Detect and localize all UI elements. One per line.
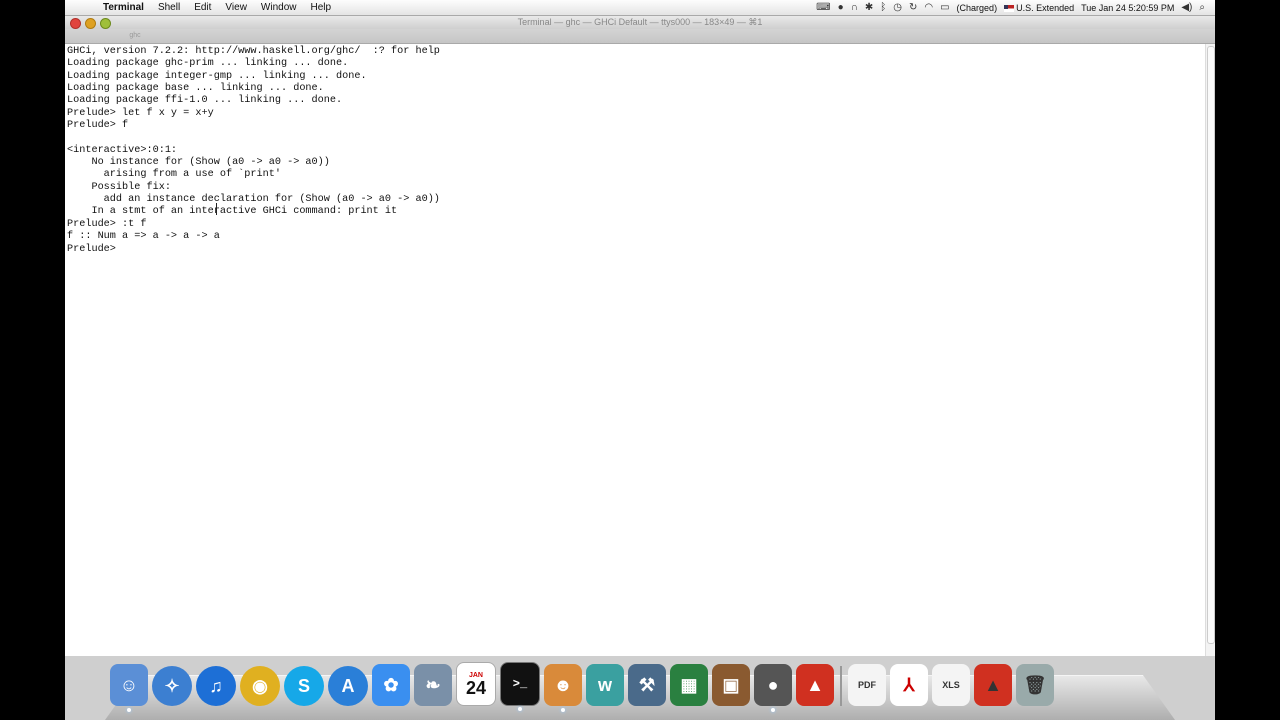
window-controls: [70, 18, 111, 29]
skype-icon[interactable]: S: [284, 666, 324, 706]
running-indicator: [561, 708, 565, 712]
battery-icon[interactable]: ▭: [940, 2, 949, 13]
status-area: ⌨ ● ∩ ✱ ᛒ ◷ ↻ ◠ ▭ (Charged) U.S. Extende…: [816, 2, 1205, 13]
terminal-line: Prelude> :t f: [67, 218, 147, 230]
acrobat-icon[interactable]: ⅄: [890, 664, 928, 706]
keynote-icon[interactable]: ▣: [712, 664, 750, 706]
xls-document-icon[interactable]: XLS: [932, 664, 970, 706]
terminal-line: Loading package ghc-prim ... linking ...…: [67, 58, 349, 70]
letterbox-right: [1215, 0, 1280, 720]
tab-bar: ghc: [65, 29, 1215, 44]
trash-icon[interactable]: 🗑: [1016, 664, 1054, 706]
safari-icon[interactable]: ✧: [152, 666, 192, 706]
terminal-window: Terminal — ghc — GHCi Default — ttys000 …: [65, 16, 1215, 656]
terminal-line: GHCi, version 7.2.2: http://www.haskell.…: [67, 46, 440, 57]
battery-status[interactable]: (Charged): [957, 3, 998, 13]
terminal-icon[interactable]: >_: [500, 662, 540, 711]
dock: ☺ ✧ ♫ ◉ S A ✿ ❧ JAN 24 >_ ☻ w ⚒ ▦ ▣ ● ▲ PDF ⅄ XLS ▲ 🗑: [65, 656, 1215, 720]
terminal-output[interactable]: GHCi, version 7.2.2: http://www.haskell.…: [65, 44, 1206, 656]
presentation-icon[interactable]: ▲: [796, 664, 834, 706]
input-source-label: U.S. Extended: [1016, 2, 1075, 13]
pdf-document-label: PDF: [858, 680, 876, 690]
dock-icons: ☺ ✧ ♫ ◉ S A ✿ ❧ JAN 24 >_ ☻ w ⚒ ▦ ▣ ● ▲ PDF ⅄ XLS ▲ 🗑: [110, 662, 1054, 712]
window-titlebar[interactable]: Terminal — ghc — GHCi Default — ttys000 …: [65, 16, 1215, 29]
settings-icon[interactable]: ✱: [865, 2, 873, 13]
network-icon[interactable]: ✿: [372, 664, 410, 706]
menu-help[interactable]: Help: [311, 2, 332, 13]
sync-icon[interactable]: ↻: [909, 2, 917, 13]
itunes-icon[interactable]: ♫: [196, 666, 236, 706]
close-button[interactable]: [70, 18, 81, 29]
menu-window[interactable]: Window: [261, 2, 297, 13]
presentation-doc-icon[interactable]: ▲: [974, 664, 1012, 706]
wifi-icon[interactable]: ◠: [924, 2, 933, 13]
xcode-icon[interactable]: ⚒: [628, 664, 666, 706]
running-indicator: [127, 708, 131, 712]
cyberduck-icon[interactable]: ☻: [544, 664, 582, 712]
terminal-line: arising from a use of `print': [67, 169, 281, 181]
menu-view[interactable]: View: [225, 2, 247, 13]
scrollbar[interactable]: [1205, 44, 1215, 656]
finder-icon[interactable]: ☺: [110, 664, 148, 712]
scrollbar-thumb[interactable]: [1207, 46, 1215, 644]
running-indicator: [771, 708, 775, 712]
letterbox-left: [0, 0, 65, 720]
wunderlist-icon[interactable]: w: [586, 664, 624, 706]
terminal-line: add an instance declaration for (Show (a…: [67, 194, 440, 206]
time-machine-icon[interactable]: ◷: [893, 2, 902, 13]
menu-shell[interactable]: Shell: [158, 2, 180, 13]
terminal-line: Loading package ffi-1.0 ... linking ... …: [67, 95, 343, 107]
bluetooth-icon[interactable]: ᛒ: [880, 2, 886, 13]
calendar-icon[interactable]: JAN 24: [456, 662, 496, 706]
calendar-day: 24: [465, 677, 487, 698]
preview-icon[interactable]: ❧: [414, 664, 452, 706]
us-flag-icon: [1004, 4, 1015, 12]
chrome-icon[interactable]: ◉: [240, 666, 280, 706]
menu-app-terminal[interactable]: Terminal: [103, 2, 144, 13]
dock-divider: [840, 666, 842, 706]
text-cursor-ibeam: [216, 203, 217, 215]
pdf-document-icon[interactable]: PDF: [848, 664, 886, 706]
app-store-icon[interactable]: A: [328, 666, 368, 706]
menu-edit[interactable]: Edit: [194, 2, 211, 13]
menubar: Terminal Shell Edit View Window Help ⌨ ●…: [65, 0, 1215, 16]
xls-document-label: XLS: [942, 680, 960, 690]
screen-recorder-icon[interactable]: ●: [754, 664, 792, 712]
activity-monitor-icon[interactable]: ▦: [670, 664, 708, 706]
terminal-line: Prelude> f: [67, 120, 129, 132]
terminal-line: Loading package base ... linking ... don…: [67, 83, 324, 95]
terminal-line: Loading package integer-gmp ... linking …: [67, 70, 367, 82]
terminal-line: Prelude>: [67, 243, 123, 255]
terminal-line: Possible fix:: [67, 181, 171, 193]
headphones-icon[interactable]: ∩: [851, 2, 858, 13]
minimize-button[interactable]: [85, 18, 96, 29]
terminal-line: No instance for (Show (a0 -> a0 -> a0)): [67, 157, 330, 169]
clock[interactable]: Tue Jan 24 5:20:59 PM: [1081, 3, 1174, 13]
terminal-line: <interactive>:0:1:: [67, 144, 178, 156]
running-indicator: [518, 707, 522, 711]
window-title: Terminal — ghc — GHCi Default — ttys000 …: [517, 17, 763, 27]
terminal-line: In a stmt of an interactive GHCi command…: [67, 206, 398, 218]
zoom-button[interactable]: [100, 18, 111, 29]
tab-ghc[interactable]: ghc: [100, 29, 170, 43]
terminal-line: f :: Num a => a -> a -> a: [67, 231, 220, 243]
keyboard-viewer-icon[interactable]: ⌨: [816, 2, 830, 13]
input-source[interactable]: U.S. Extended: [1004, 3, 1074, 13]
skype-status-icon[interactable]: ●: [838, 2, 844, 13]
spotlight-search-icon[interactable]: ⌕: [1199, 2, 1205, 13]
volume-icon[interactable]: ◀): [1181, 2, 1192, 13]
terminal-line: Prelude> let f x y = x+y: [67, 107, 214, 119]
